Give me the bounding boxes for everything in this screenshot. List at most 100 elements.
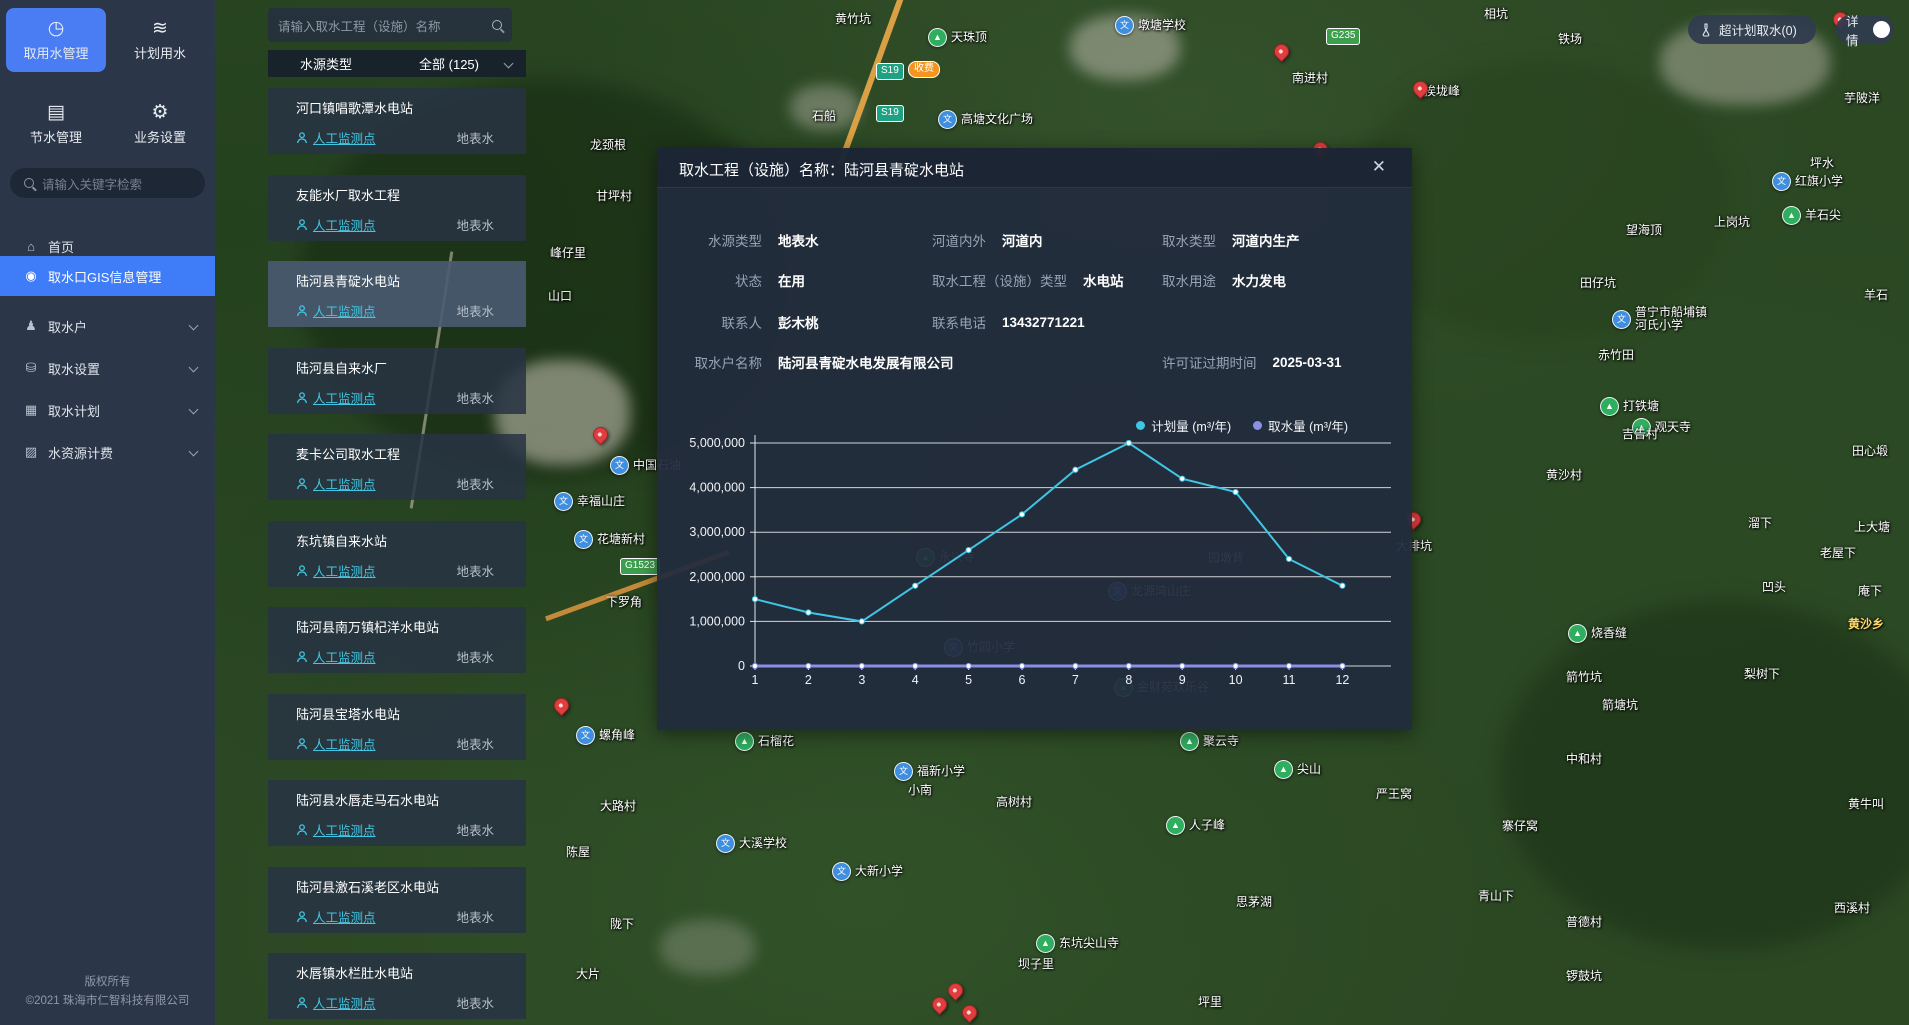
- red-map-pin[interactable]: [551, 695, 572, 716]
- detail-toggle[interactable]: 详情: [1836, 15, 1894, 44]
- search-icon: [492, 20, 502, 30]
- map-label: 思茅湖: [1236, 896, 1272, 909]
- list-item[interactable]: 陆河县宝塔水电站人工监测点地表水: [268, 694, 526, 760]
- monitor-point-link[interactable]: 人工监测点: [313, 647, 376, 666]
- map-label: G235: [1326, 28, 1360, 45]
- station-name: 陆河县青碇水电站: [296, 271, 400, 290]
- monitor-point-link[interactable]: 人工监测点: [313, 388, 376, 407]
- list-item[interactable]: 陆河县水唇走马石水电站人工监测点地表水: [268, 780, 526, 846]
- field: 水源类型地表水: [657, 230, 819, 250]
- map-label-text: 尖山: [1297, 763, 1321, 776]
- map-label-text: 花塘新村: [597, 533, 645, 546]
- list-item[interactable]: 河口镇唱歌潭水电站人工监测点地表水: [268, 88, 526, 154]
- water-source-type: 地表水: [456, 907, 494, 926]
- filter-value: 全部 (125): [419, 54, 479, 73]
- sidebar-item-intake-settings[interactable]: ⛁ 取水设置: [0, 348, 215, 388]
- station-monitor-row: 人工监测点: [296, 301, 376, 320]
- app-root: { "app": { "tiles": [ {"label":"取用水管理","…: [0, 0, 1909, 1025]
- svg-text:8: 8: [1125, 673, 1132, 687]
- chevron-down-icon: [504, 59, 514, 69]
- poi-green-icon: ▲: [1180, 732, 1199, 751]
- tile-water-saving-mgmt[interactable]: ▤ 节水管理: [6, 92, 106, 156]
- red-map-pin[interactable]: [1271, 41, 1292, 62]
- list-item[interactable]: 友能水厂取水工程人工监测点地表水: [268, 175, 526, 241]
- station-name: 陆河县宝塔水电站: [296, 704, 400, 723]
- svg-text:2,000,000: 2,000,000: [689, 570, 745, 584]
- tile-planned-water[interactable]: ≋ 计划用水: [110, 8, 210, 72]
- red-map-pin[interactable]: [959, 1002, 980, 1023]
- list-item[interactable]: 水唇镇水栏肚水电站人工监测点地表水: [268, 953, 526, 1019]
- chevron-down-icon: [189, 405, 199, 415]
- map-label: 下罗角: [606, 596, 642, 609]
- map-label-text: 墩塘学校: [1138, 19, 1186, 32]
- water-source-type: 地表水: [456, 215, 494, 234]
- over-plan-intake-button[interactable]: 超计划取水(0): [1688, 15, 1816, 44]
- monitor-point-link[interactable]: 人工监测点: [313, 474, 376, 493]
- tile-label: 节水管理: [30, 127, 82, 146]
- intake-line-chart[interactable]: 01,000,0002,000,0003,000,0004,000,0005,0…: [675, 426, 1415, 706]
- monitor-point-link[interactable]: 人工监测点: [313, 215, 376, 234]
- station-monitor-row: 人工监测点: [296, 561, 376, 580]
- copyright-line: 版权所有: [0, 973, 215, 992]
- field-value: 地表水: [778, 230, 819, 250]
- map-label: 寨仔窝: [1502, 820, 1538, 833]
- tile-water-intake-mgmt[interactable]: ◷ 取用水管理: [6, 8, 106, 72]
- list-item[interactable]: 陆河县青碇水电站人工监测点地表水: [268, 261, 526, 327]
- close-icon[interactable]: ✕: [1372, 157, 1386, 177]
- map-label-text: 普宁市船埔镇 河氏小学: [1635, 306, 1707, 332]
- map-label-text: 天珠顶: [951, 31, 987, 44]
- monitor-point-link[interactable]: 人工监测点: [313, 734, 376, 753]
- svg-text:4: 4: [912, 673, 919, 687]
- map-label: 黄竹坑: [835, 13, 871, 26]
- list-item[interactable]: 陆河县激石溪老区水电站人工监测点地表水: [268, 867, 526, 933]
- sidebar: ◷ 取用水管理 ≋ 计划用水 ▤ 节水管理 ⚙ 业务设置 请输入关键字检索 ⌂ …: [0, 0, 215, 1025]
- monitor-point-link[interactable]: 人工监测点: [313, 820, 376, 839]
- field: 取水用途水力发电: [1162, 270, 1286, 290]
- list-item[interactable]: 陆河县南万镇杞洋水电站人工监测点地表水: [268, 607, 526, 673]
- field-value: 水电站: [1083, 270, 1124, 290]
- svg-text:6: 6: [1019, 673, 1026, 687]
- map-label-text: 大溪学校: [739, 837, 787, 850]
- poi-green-icon: ▲: [1632, 418, 1651, 437]
- monitor-point-link[interactable]: 人工监测点: [313, 128, 376, 147]
- list-item[interactable]: 麦卡公司取水工程人工监测点地表水: [268, 434, 526, 500]
- person-icon: [296, 651, 308, 663]
- monitor-point-link[interactable]: 人工监测点: [313, 301, 376, 320]
- sidebar-item-gis-info[interactable]: ◉ 取水口GIS信息管理: [0, 256, 215, 296]
- monitor-point-link[interactable]: 人工监测点: [313, 993, 376, 1012]
- station-search-input[interactable]: 请输入取水工程（设施）名称: [268, 8, 512, 42]
- map-label: S19: [876, 63, 904, 80]
- map-label: 黄沙乡: [1848, 618, 1884, 631]
- red-map-pin[interactable]: [929, 994, 950, 1015]
- road-badge: 收费: [908, 61, 940, 78]
- station-monitor-row: 人工监测点: [296, 388, 376, 407]
- map-label-text: 打铁塘: [1623, 400, 1659, 413]
- list-item[interactable]: 陆河县自来水厂人工监测点地表水: [268, 348, 526, 414]
- sidebar-search-input[interactable]: 请输入关键字检索: [10, 168, 205, 198]
- red-map-pin[interactable]: [945, 980, 966, 1001]
- monitor-point-link[interactable]: 人工监测点: [313, 907, 376, 926]
- field-label: 状态: [657, 270, 762, 290]
- person-icon: [296, 392, 308, 404]
- station-name: 河口镇唱歌潭水电站: [296, 98, 413, 117]
- red-map-pin[interactable]: [1410, 78, 1431, 99]
- toggle-knob[interactable]: [1873, 21, 1890, 38]
- list-item[interactable]: 东坑镇自来水站人工监测点地表水: [268, 521, 526, 587]
- sidebar-item-water-billing[interactable]: ▨ 水资源计费: [0, 432, 215, 472]
- map-label: ▲羊石尖: [1782, 206, 1841, 225]
- map-label: 大片: [576, 968, 600, 981]
- menu-label: 水资源计费: [48, 443, 113, 462]
- field: 联系人彭木桃: [657, 312, 819, 332]
- sidebar-item-intake-plan[interactable]: ▦ 取水计划: [0, 390, 215, 430]
- monitor-point-link[interactable]: 人工监测点: [313, 561, 376, 580]
- source-type-filter[interactable]: 水源类型 全部 (125): [268, 50, 526, 77]
- sidebar-item-water-users[interactable]: ♟ 取水户: [0, 306, 215, 346]
- menu-label: 取水口GIS信息管理: [48, 267, 161, 286]
- database-icon: ⛁: [24, 360, 38, 376]
- water-source-type: 地表水: [456, 647, 494, 666]
- red-map-pin[interactable]: [590, 424, 611, 445]
- map-label-text: 烧香缝: [1591, 627, 1627, 640]
- svg-text:4,000,000: 4,000,000: [689, 481, 745, 495]
- map-label: 黄牛叫: [1848, 798, 1884, 811]
- tile-business-settings[interactable]: ⚙ 业务设置: [110, 92, 210, 156]
